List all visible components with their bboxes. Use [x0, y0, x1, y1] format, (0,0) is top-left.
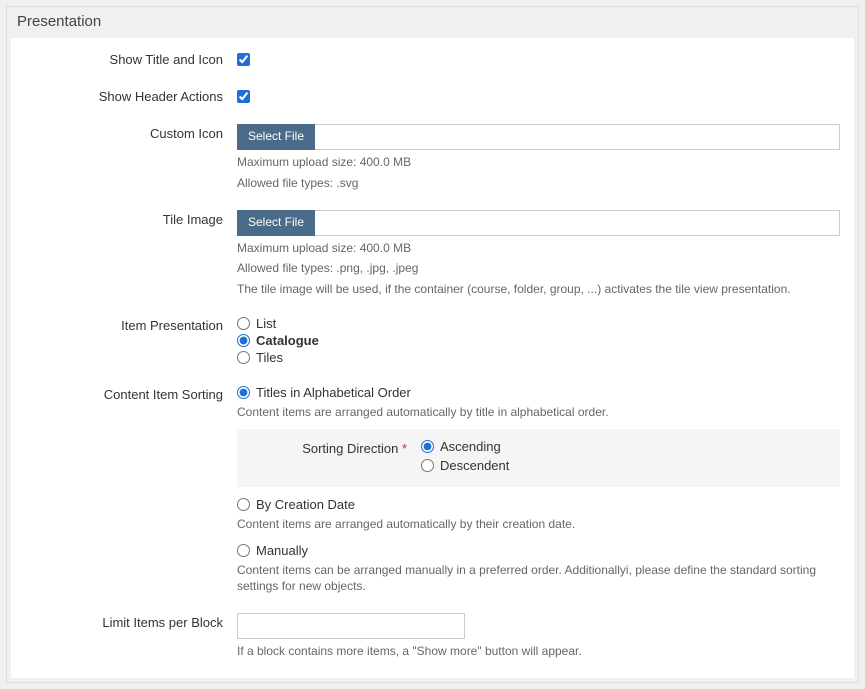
custom-icon-file-field[interactable]	[315, 124, 840, 150]
checkbox-show-header-actions[interactable]	[237, 90, 250, 103]
radio-list-label: List	[256, 316, 276, 331]
label-tile-image: Tile Image	[25, 210, 237, 227]
label-custom-icon: Custom Icon	[25, 124, 237, 141]
radio-catalogue-input[interactable]	[237, 334, 250, 347]
limit-items-hint: If a block contains more items, a "Show …	[237, 643, 840, 660]
custom-icon-select-button[interactable]: Select File	[237, 124, 315, 150]
limit-items-input[interactable]	[237, 613, 465, 639]
alpha-hint: Content items are arranged automatically…	[237, 404, 840, 421]
radio-alpha[interactable]: Titles in Alphabetical Order	[237, 385, 840, 400]
row-item-presentation: Item Presentation List Catalogue Tiles	[25, 316, 840, 367]
radio-tiles[interactable]: Tiles	[237, 350, 840, 365]
row-limit-items: Limit Items per Block If a block contain…	[25, 613, 840, 660]
label-item-presentation: Item Presentation	[25, 316, 237, 333]
required-marker: *	[402, 441, 407, 456]
label-content-sorting: Content Item Sorting	[25, 385, 237, 402]
label-show-title-icon: Show Title and Icon	[25, 50, 237, 67]
radio-ascending-label: Ascending	[440, 439, 501, 454]
label-show-header-actions: Show Header Actions	[25, 87, 237, 104]
row-content-sorting: Content Item Sorting Titles in Alphabeti…	[25, 385, 840, 595]
row-show-title-icon: Show Title and Icon	[25, 50, 840, 69]
radio-manually-label: Manually	[256, 543, 308, 558]
radio-ascending-input[interactable]	[421, 440, 434, 453]
radio-tiles-input[interactable]	[237, 351, 250, 364]
radio-descendent-input[interactable]	[421, 459, 434, 472]
radio-descendent-label: Descendent	[440, 458, 509, 473]
radio-manually[interactable]: Manually	[237, 543, 840, 558]
radio-list-input[interactable]	[237, 317, 250, 330]
row-custom-icon: Custom Icon Select File Maximum upload s…	[25, 124, 840, 192]
panel-body: Show Title and Icon Show Header Actions …	[11, 38, 854, 678]
tile-image-file-field[interactable]	[315, 210, 840, 236]
checkbox-show-title-icon[interactable]	[237, 53, 250, 66]
label-sorting-direction: Sorting Direction *	[251, 439, 421, 456]
presentation-panel: Presentation Show Title and Icon Show He…	[6, 6, 859, 683]
radio-tiles-label: Tiles	[256, 350, 283, 365]
tile-image-hint-types: Allowed file types: .png, .jpg, .jpeg	[237, 260, 840, 277]
radio-creation-label: By Creation Date	[256, 497, 355, 512]
sorting-direction-subpanel: Sorting Direction * Ascending Descendent	[237, 429, 840, 487]
label-limit-items: Limit Items per Block	[25, 613, 237, 630]
sorting-direction-text: Sorting Direction	[302, 441, 398, 456]
tile-image-hint-desc: The tile image will be used, if the cont…	[237, 281, 840, 298]
row-show-header-actions: Show Header Actions	[25, 87, 840, 106]
radio-catalogue[interactable]: Catalogue	[237, 333, 840, 348]
tile-image-select-button[interactable]: Select File	[237, 210, 315, 236]
radio-alpha-input[interactable]	[237, 386, 250, 399]
panel-title: Presentation	[7, 7, 858, 38]
creation-hint: Content items are arranged automatically…	[237, 516, 840, 533]
radio-alpha-label: Titles in Alphabetical Order	[256, 385, 411, 400]
radio-creation-input[interactable]	[237, 498, 250, 511]
radio-manually-input[interactable]	[237, 544, 250, 557]
manually-hint: Content items can be arranged manually i…	[237, 562, 840, 596]
radio-descendent[interactable]: Descendent	[421, 458, 509, 473]
radio-catalogue-label: Catalogue	[256, 333, 319, 348]
radio-ascending[interactable]: Ascending	[421, 439, 509, 454]
row-tile-image: Tile Image Select File Maximum upload si…	[25, 210, 840, 298]
custom-icon-hint-size: Maximum upload size: 400.0 MB	[237, 154, 840, 171]
radio-list[interactable]: List	[237, 316, 840, 331]
custom-icon-hint-types: Allowed file types: .svg	[237, 175, 840, 192]
tile-image-hint-size: Maximum upload size: 400.0 MB	[237, 240, 840, 257]
radio-creation[interactable]: By Creation Date	[237, 497, 840, 512]
